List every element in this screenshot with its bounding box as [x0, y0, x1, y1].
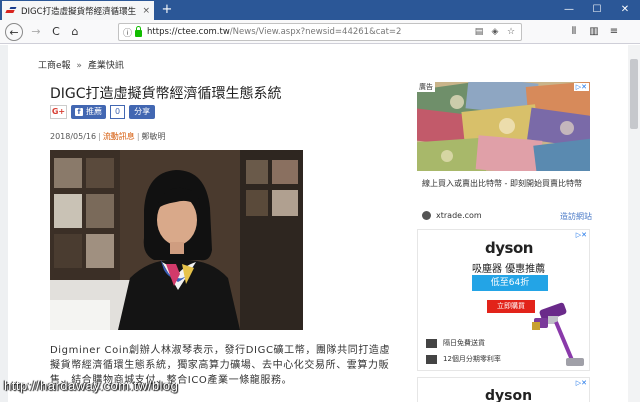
breadcrumb: 工商e報 » 產業快訊 — [38, 58, 124, 71]
page-gutter-left — [0, 45, 8, 402]
dyson-installment-row: 12個月分期零利率 — [426, 354, 501, 364]
url-bar[interactable]: ⓘ https://ctee.com.tw /News/View.aspx?ne… — [118, 23, 522, 41]
currency-ad-caption[interactable]: 線上買入或賣出比特幣 - 即刻開始買賣比特幣 — [422, 178, 582, 189]
web-page: 工商e報 » 產業快訊 DIGC打造虛擬貨幣經濟循環生態系統 G+ f 推薦 0… — [0, 45, 640, 402]
ad-choices-icon[interactable]: ▷✕ — [573, 83, 589, 91]
article-author: 鄭敏明 — [141, 132, 166, 141]
reload-button[interactable]: C — [47, 23, 65, 41]
navigation-toolbar: ← → C ⌂ ⓘ https://ctee.com.tw /News/View… — [0, 20, 640, 44]
dyson-delivery-row: 隔日免費送貨 — [426, 338, 485, 348]
title-bar: DIGC打造虛擬貨幣經濟循環生 × + — ☐ ✕ — [0, 0, 640, 20]
share-bar: G+ f 推薦 0 分享 — [50, 105, 156, 119]
article-category-link[interactable]: 流動訊息 — [103, 132, 135, 141]
ad-choices-icon[interactable]: ▷✕ — [576, 379, 587, 387]
ctee-favicon-icon — [6, 7, 18, 15]
facebook-like-label: 推薦 — [86, 107, 102, 116]
menu-icon[interactable]: ≡ — [606, 23, 622, 41]
breadcrumb-separator: » — [76, 61, 82, 71]
facebook-like-button[interactable]: f 推薦 — [71, 105, 106, 119]
article-meta: 2018/05/16 | 流動訊息 | 鄭敏明 — [50, 132, 166, 141]
visit-site-link[interactable]: 造訪網站 — [560, 211, 592, 222]
forward-button[interactable]: → — [27, 23, 45, 41]
tab-title: DIGC打造虛擬貨幣經濟循環生 — [21, 6, 137, 17]
sidebar-icon[interactable]: ▥ — [586, 23, 602, 41]
close-window-button[interactable]: ✕ — [614, 0, 636, 20]
reader-view-icon[interactable]: ▤ — [473, 27, 485, 37]
facebook-share-button[interactable]: 分享 — [129, 105, 156, 119]
currency-ad-banner[interactable]: 廣告 ▷✕ — [417, 82, 590, 171]
ad-source-domain: xtrade.com — [436, 211, 482, 220]
url-path: /News/View.aspx?newsid=44261&cat=2 — [229, 27, 402, 37]
minimize-button[interactable]: — — [558, 0, 580, 20]
article-date: 2018/05/16 — [50, 132, 97, 141]
article-headline: DIGC打造虛擬貨幣經濟循環生態系統 — [50, 86, 282, 102]
facebook-icon: f — [75, 108, 83, 116]
dyson-logo: dyson — [485, 388, 533, 402]
maximize-button[interactable]: ☐ — [586, 0, 608, 20]
bookmark-star-icon[interactable]: ☆ — [505, 27, 517, 37]
tab-close-icon[interactable]: × — [142, 6, 150, 16]
ad-source: xtrade.com — [422, 211, 482, 220]
breadcrumb-home-link[interactable]: 工商e報 — [38, 61, 71, 71]
lock-icon — [135, 25, 143, 37]
browser-tab[interactable]: DIGC打造虛擬貨幣經濟循環生 × — [2, 1, 154, 20]
card-icon — [426, 354, 437, 364]
dyson-price-badge: 低至64折 — [472, 275, 548, 291]
dyson-logo: dyson — [485, 239, 533, 257]
dyson-ad[interactable]: ▷✕ dyson 吸塵器 優惠推薦 低至64折 立即購買 隔日免費送貨 12個月… — [417, 229, 590, 371]
globe-icon — [422, 211, 431, 220]
back-button[interactable]: ← — [5, 23, 23, 41]
facebook-like-count: 0 — [110, 105, 126, 119]
home-button[interactable]: ⌂ — [66, 23, 84, 41]
new-tab-button[interactable]: + — [160, 1, 174, 19]
pocket-icon[interactable]: ◈ — [489, 27, 501, 37]
article-photo — [50, 150, 303, 330]
scrollbar-thumb[interactable] — [630, 59, 638, 129]
truck-icon — [426, 338, 437, 348]
blog-watermark: http://hardaway.com.tw/blog — [4, 378, 179, 393]
dyson-ad-secondary[interactable]: ▷✕ dyson — [417, 377, 590, 402]
ad-label: 廣告 — [417, 82, 435, 92]
site-info-icon[interactable]: ⓘ — [123, 26, 132, 39]
dyson-promo-text: 吸塵器 優惠推薦 — [472, 264, 546, 275]
url-host: https://ctee.com.tw — [147, 27, 230, 37]
ad-choices-icon[interactable]: ▷✕ — [576, 231, 587, 239]
library-icon[interactable]: ⫴ — [566, 23, 582, 41]
dyson-installment-text: 12個月分期零利率 — [443, 355, 501, 363]
google-plus-button[interactable]: G+ — [50, 105, 67, 119]
vacuum-image — [532, 302, 584, 366]
breadcrumb-section-link[interactable]: 產業快訊 — [88, 61, 124, 71]
dyson-delivery-text: 隔日免費送貨 — [443, 339, 485, 347]
